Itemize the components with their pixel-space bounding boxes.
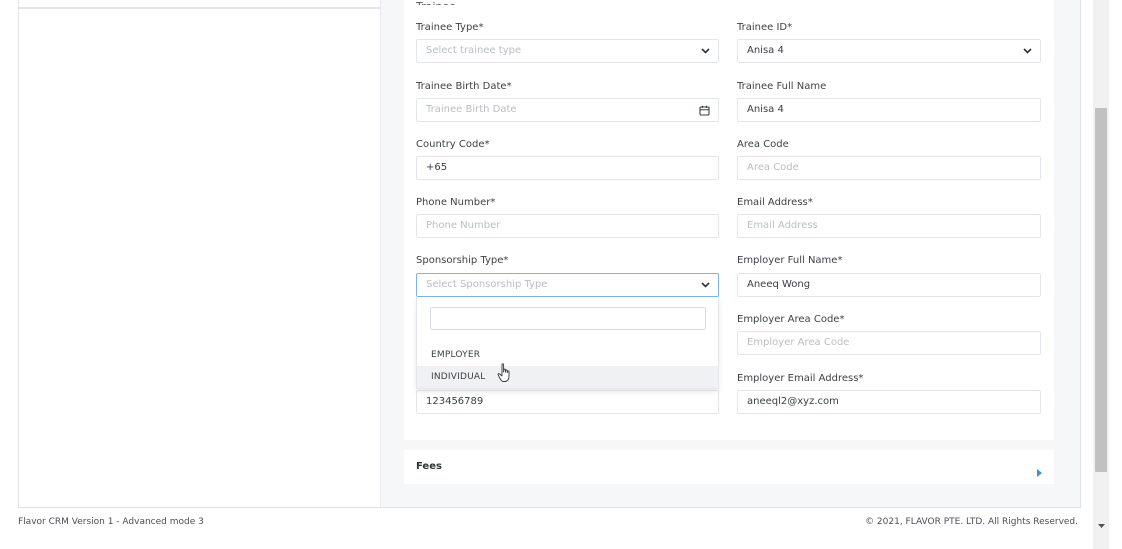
employer-area-code-input[interactable]: Employer Area Code	[737, 331, 1041, 355]
chevron-down-icon	[701, 40, 710, 62]
dropdown-search-input[interactable]	[430, 307, 706, 330]
top-divider	[19, 7, 381, 9]
employer-area-code-label: Employer Area Code*	[737, 314, 845, 325]
scroll-down-arrow-icon[interactable]	[1095, 520, 1107, 532]
trainee-birth-date-label: Trainee Birth Date*	[416, 81, 512, 92]
trainee-birth-date-placeholder: Trainee Birth Date	[426, 104, 517, 115]
calendar-icon[interactable]	[699, 99, 710, 121]
fees-section[interactable]: Fees	[404, 450, 1054, 484]
country-code-label: Country Code*	[416, 139, 490, 150]
sponsorship-type-placeholder: Select Sponsorship Type	[426, 279, 548, 290]
employer-full-name-label: Employer Full Name*	[737, 255, 843, 266]
trainee-id-value: Anisa 4	[747, 45, 784, 56]
email-address-label: Email Address*	[737, 197, 813, 208]
phone-number-input[interactable]: Phone Number	[416, 214, 719, 238]
country-code-input[interactable]: +65	[416, 156, 719, 180]
caret-right-icon[interactable]	[1037, 462, 1042, 481]
email-address-input[interactable]: Email Address	[737, 214, 1041, 238]
footer-version: Flavor CRM Version 1 - Advanced mode 3	[18, 517, 204, 527]
trainee-type-label: Trainee Type*	[416, 22, 484, 33]
trainee-type-select[interactable]: Select trainee type	[416, 39, 719, 63]
area-code-input[interactable]: Area Code	[737, 156, 1041, 180]
trainee-id-select[interactable]: Anisa 4	[737, 39, 1041, 63]
trainee-type-placeholder: Select trainee type	[426, 45, 522, 56]
section-title: Trainee	[416, 0, 456, 5]
employer-email-input[interactable]: aneeql2@xyz.com	[737, 390, 1041, 414]
sponsorship-type-select[interactable]: Select Sponsorship Type	[416, 273, 719, 297]
employer-full-name-input[interactable]: Aneeq Wong	[737, 273, 1041, 297]
area-code-label: Area Code	[737, 139, 789, 150]
sponsorship-type-label: Sponsorship Type*	[416, 255, 509, 266]
sponsorship-type-dropdown: EMPLOYER INDIVIDUAL	[416, 297, 719, 389]
chevron-down-icon	[701, 274, 710, 296]
footer-copyright: © 2021, FLAVOR PTE. LTD. All Rights Rese…	[865, 517, 1078, 527]
employer-phone-input[interactable]: 123456789	[416, 390, 719, 414]
dropdown-option-individual[interactable]: INDIVIDUAL	[417, 366, 718, 388]
trainee-id-label: Trainee ID*	[737, 22, 793, 33]
dropdown-option-employer[interactable]: EMPLOYER	[417, 344, 718, 366]
phone-number-label: Phone Number*	[416, 197, 496, 208]
fees-title: Fees	[416, 461, 442, 472]
employer-email-label: Employer Email Address*	[737, 373, 864, 384]
trainee-birth-date-input[interactable]: Trainee Birth Date	[416, 98, 719, 122]
scrollbar-thumb[interactable]	[1095, 108, 1107, 472]
trainee-full-name-label: Trainee Full Name	[737, 81, 827, 92]
trainee-full-name-input[interactable]: Anisa 4	[737, 98, 1041, 122]
left-panel	[19, 0, 381, 507]
chevron-down-icon	[1023, 40, 1032, 62]
hand-pointer-icon	[497, 363, 513, 387]
